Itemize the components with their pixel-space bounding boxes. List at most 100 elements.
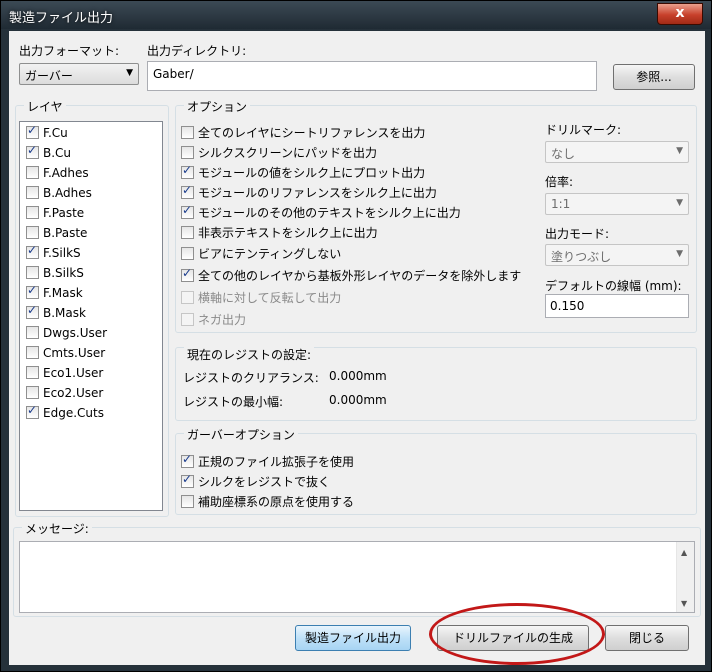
scale-select[interactable]: 1:1 ▼ [545,193,689,215]
layer-item[interactable]: Edge.Cuts [26,403,104,422]
layer-checkbox[interactable] [26,226,39,239]
output-mode-label: 出力モード: [545,227,610,241]
layer-label: F.Adhes [43,166,89,180]
layer-item[interactable]: F.Adhes [26,166,89,182]
layer-checkbox[interactable] [26,123,39,139]
layer-checkbox[interactable] [26,346,39,359]
layer-checkbox[interactable] [26,166,39,179]
messages-textarea[interactable]: ▲ ▼ [19,541,695,613]
option-checkbox[interactable] [181,163,194,179]
gerber-option-checkbox[interactable] [181,495,194,508]
gerber-option-label: 正規のファイル拡張子を使用 [198,455,355,469]
layer-item[interactable]: B.SilkS [26,266,84,282]
gerber-option-label: 補助座標系の原点を使用する [198,495,355,509]
format-select[interactable]: ガーバー ▼ [19,63,139,85]
option-label: シルクスクリーンにパッドを出力 [198,146,378,160]
layers-group-label: レイヤ [24,98,66,115]
window: 製造ファイル出力 x 出力フォーマット: ガーバー ▼ 出力ディレクトリ: Ga… [0,0,712,672]
resist-min-width-label: レジストの最小幅: [183,395,284,409]
layer-item[interactable]: Eco2.User [26,386,103,402]
option-item[interactable]: モジュールのリファレンスをシルク上に出力 [181,183,437,200]
scroll-down-icon[interactable]: ▼ [681,599,687,608]
messages-scrollbar[interactable]: ▲ ▼ [676,542,694,612]
option-label: 横軸に対して反転して出力 [198,291,342,305]
chevron-down-icon: ▼ [126,68,133,78]
layer-item[interactable]: Dwgs.User [26,326,107,342]
gerber-option-checkbox[interactable] [181,452,194,468]
option-checkbox[interactable] [181,183,194,199]
layer-item[interactable]: Eco1.User [26,366,103,382]
drill-mark-value: なし [551,147,576,161]
layer-item[interactable]: B.Mask [26,303,86,322]
layer-label: B.Mask [43,306,86,320]
dialog-client: 出力フォーマット: ガーバー ▼ 出力ディレクトリ: Gaber/ 参照... … [9,31,705,665]
option-item[interactable]: 非表示テキストをシルク上に出力 [181,224,378,240]
option-checkbox[interactable] [181,146,194,159]
layer-checkbox[interactable] [26,243,39,259]
option-checkbox[interactable] [181,266,194,282]
resist-min-width-value: 0.000mm [329,393,387,407]
generate-drill-file-button[interactable]: ドリルファイルの生成 [437,625,589,651]
directory-label: 出力ディレクトリ: [147,44,247,58]
gerber-option-label: シルクをレジストで抜く [198,475,331,489]
window-title: 製造ファイル出力 [9,11,114,26]
layer-checkbox[interactable] [26,303,39,319]
chevron-down-icon: ▼ [676,146,683,156]
layer-checkbox[interactable] [26,283,39,299]
layer-label: F.Paste [43,206,85,220]
plot-button[interactable]: 製造ファイル出力 [295,625,411,651]
gerber-option-checkbox[interactable] [181,472,194,488]
layer-checkbox[interactable] [26,186,39,199]
gerber-option-item[interactable]: シルクをレジストで抜く [181,472,331,489]
line-width-input[interactable]: 0.150 [545,294,689,318]
option-item[interactable]: 全ての他のレイヤから基板外形レイヤのデータを除外します [181,266,521,283]
gerber-options-group-label: ガーバーオプション [184,426,298,443]
layer-checkbox[interactable] [26,266,39,279]
resist-clearance-label: レジストのクリアランス: [183,371,319,385]
output-mode-value: 塗りつぶし [551,250,612,264]
scroll-up-icon[interactable]: ▲ [681,548,687,557]
browse-button[interactable]: 参照... [613,64,695,90]
layer-checkbox[interactable] [26,403,39,419]
chevron-down-icon: ▼ [676,249,683,259]
format-label: 出力フォーマット: [19,44,120,58]
option-label: モジュールの値をシルク上にプロット出力 [198,166,426,180]
option-item[interactable]: シルクスクリーンにパッドを出力 [181,144,377,160]
layer-item[interactable]: F.Cu [26,123,68,142]
layer-list[interactable]: F.Cu B.Cu F.Adhes B.Adhes F.Paste B.Paste F.Si… [19,121,163,511]
directory-input[interactable]: Gaber/ [147,61,597,91]
gerber-option-item[interactable]: 正規のファイル拡張子を使用 [181,452,355,469]
layer-item[interactable]: F.Paste [26,206,84,222]
option-item[interactable]: モジュールのその他のテキストをシルク上に出力 [181,203,461,220]
option-label: モジュールのその他のテキストをシルク上に出力 [198,206,461,220]
option-checkbox[interactable] [181,247,194,260]
option-item[interactable]: モジュールの値をシルク上にプロット出力 [181,163,426,180]
layer-checkbox[interactable] [26,366,39,379]
layer-checkbox[interactable] [26,326,39,339]
layer-item[interactable]: B.Paste [26,226,87,242]
drill-mark-select[interactable]: なし ▼ [545,141,689,163]
layer-checkbox[interactable] [26,206,39,219]
output-mode-select[interactable]: 塗りつぶし ▼ [545,244,689,266]
close-window-button[interactable]: x [657,3,703,25]
option-checkbox[interactable] [181,226,194,239]
line-width-label: デフォルトの線幅 (mm): [545,279,682,293]
close-button[interactable]: 閉じる [605,625,689,651]
layer-label: F.Mask [43,286,83,300]
layer-item[interactable]: B.Adhes [26,186,92,202]
layer-checkbox[interactable] [26,143,39,159]
option-item[interactable]: ビアにテンティングしない [181,245,341,261]
options-group-label: オプション [184,98,251,115]
layer-checkbox[interactable] [26,386,39,399]
layer-item[interactable]: F.Mask [26,283,83,302]
layer-item[interactable]: Cmts.User [26,346,105,362]
layer-item[interactable]: F.SilkS [26,243,81,262]
gerber-option-item[interactable]: 補助座標系の原点を使用する [181,493,354,509]
title-bar[interactable]: 製造ファイル出力 x [1,1,711,29]
option-checkbox[interactable] [181,126,194,139]
option-label: ネガ出力 [198,313,247,327]
layer-item[interactable]: B.Cu [26,143,71,162]
option-item[interactable]: 全てのレイヤにシートリファレンスを出力 [181,124,425,140]
option-checkbox[interactable] [181,203,194,219]
option-label: モジュールのリファレンスをシルク上に出力 [198,186,437,200]
